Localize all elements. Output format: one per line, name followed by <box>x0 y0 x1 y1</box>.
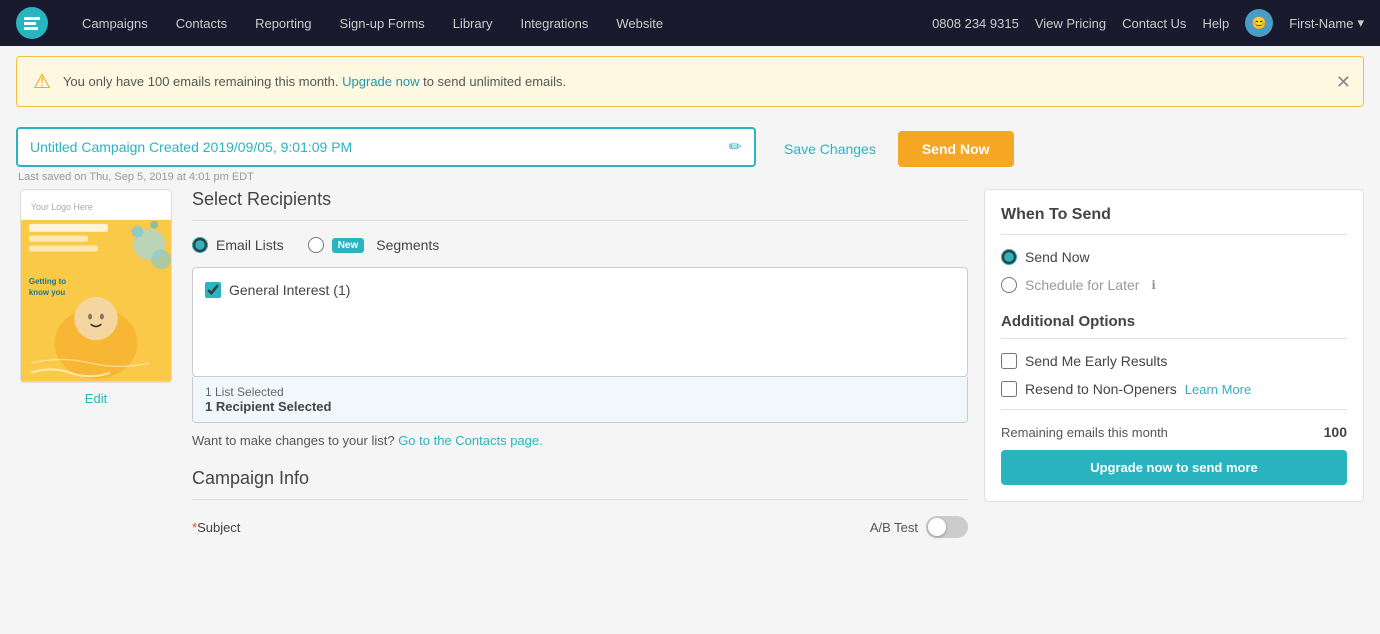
nav-links: Campaigns Contacts Reporting Sign-up For… <box>68 0 932 46</box>
toggle-knob <box>928 518 946 536</box>
header-actions: Save Changes Send Now <box>772 131 1014 167</box>
nav-website[interactable]: Website <box>602 0 677 46</box>
campaign-preview-thumbnail: Your Logo Here <box>20 189 172 383</box>
campaign-info-section: Campaign Info *Subject A/B Test <box>192 468 968 538</box>
ab-test-row: A/B Test <box>870 516 968 538</box>
recipients-radio-group: Email Lists New Segments <box>192 237 968 253</box>
segments-radio[interactable] <box>308 237 324 253</box>
main-content: Your Logo Here <box>0 189 1380 554</box>
save-changes-button[interactable]: Save Changes <box>772 133 888 165</box>
logo[interactable] <box>16 7 48 39</box>
email-lists-label: Email Lists <box>216 237 284 253</box>
send-now-label: Send Now <box>1025 249 1090 265</box>
send-early-results-checkbox[interactable] <box>1001 353 1017 369</box>
remaining-label: Remaining emails this month <box>1001 425 1168 440</box>
right-panel: When To Send Send Now Schedule for Later… <box>984 189 1364 502</box>
campaign-title-text: Untitled Campaign Created 2019/09/05, 9:… <box>30 139 721 155</box>
resend-non-openers-row: Resend to Non-Openers Learn More <box>1001 381 1347 397</box>
general-interest-checkbox[interactable] <box>205 282 221 298</box>
warning-icon: ⚠ <box>33 69 51 94</box>
alert-banner: ⚠ You only have 100 emails remaining thi… <box>16 56 1364 107</box>
selected-recipients: 1 Recipient Selected <box>205 399 955 414</box>
schedule-later-option[interactable]: Schedule for Later ℹ <box>1001 277 1347 293</box>
selected-summary: 1 List Selected 1 Recipient Selected <box>192 377 968 423</box>
nav-view-pricing[interactable]: View Pricing <box>1035 16 1106 31</box>
nav-contact-us[interactable]: Contact Us <box>1122 16 1186 31</box>
ab-test-toggle[interactable] <box>926 516 968 538</box>
svg-text:Your Logo Here: Your Logo Here <box>31 202 93 212</box>
send-now-radio[interactable] <box>1001 249 1017 265</box>
alert-text: You only have 100 emails remaining this … <box>63 74 1347 89</box>
when-radio-group: Send Now Schedule for Later ℹ <box>1001 249 1347 293</box>
schedule-later-label: Schedule for Later <box>1025 277 1139 293</box>
header-bar: Untitled Campaign Created 2019/09/05, 9:… <box>0 117 1380 189</box>
edit-icon[interactable]: ✏ <box>729 137 742 157</box>
nav-reporting[interactable]: Reporting <box>241 0 325 46</box>
nav-contacts[interactable]: Contacts <box>162 0 241 46</box>
email-list-box: General Interest (1) <box>192 267 968 377</box>
chevron-down-icon: ▾ <box>1357 15 1364 31</box>
send-early-label: Send Me Early Results <box>1025 353 1167 369</box>
nav-integrations[interactable]: Integrations <box>506 0 602 46</box>
additional-options-title: Additional Options <box>1001 313 1347 339</box>
schedule-later-radio[interactable] <box>1001 277 1017 293</box>
remaining-count: 100 <box>1324 424 1347 440</box>
nav-signup-forms[interactable]: Sign-up Forms <box>325 0 438 46</box>
send-early-results-row: Send Me Early Results <box>1001 353 1347 369</box>
segments-option[interactable]: New Segments <box>308 237 440 253</box>
new-badge: New <box>332 238 365 253</box>
general-interest-label: General Interest (1) <box>229 282 350 298</box>
nav-library[interactable]: Library <box>439 0 507 46</box>
send-now-option[interactable]: Send Now <box>1001 249 1347 265</box>
top-nav: Campaigns Contacts Reporting Sign-up For… <box>0 0 1380 46</box>
user-avatar: 😊 <box>1245 9 1273 37</box>
selected-count: 1 List Selected <box>205 385 955 399</box>
left-preview: Your Logo Here <box>16 189 176 406</box>
upgrade-link[interactable]: Upgrade now <box>342 74 419 89</box>
upgrade-send-more-button[interactable]: Upgrade now to send more <box>1001 450 1347 485</box>
resend-label: Resend to Non-Openers <box>1025 381 1177 397</box>
when-to-send-title: When To Send <box>1001 206 1347 235</box>
resend-non-openers-checkbox[interactable] <box>1001 381 1017 397</box>
nav-phone[interactable]: 0808 234 9315 <box>932 16 1019 31</box>
send-now-button[interactable]: Send Now <box>898 131 1014 167</box>
svg-text:Getting to: Getting to <box>29 277 66 286</box>
ab-test-label: A/B Test <box>870 520 918 535</box>
contacts-link-text: Want to make changes to your list? Go to… <box>192 433 968 448</box>
nav-right: 0808 234 9315 View Pricing Contact Us He… <box>932 9 1364 37</box>
last-saved-text: Last saved on Thu, Sep 5, 2019 at 4:01 p… <box>16 171 756 183</box>
contacts-page-link[interactable]: Go to the Contacts page. <box>398 433 543 448</box>
remaining-row: Remaining emails this month 100 <box>1001 409 1347 440</box>
alert-close-button[interactable]: ✕ <box>1336 73 1351 91</box>
user-menu[interactable]: First-Name ▾ <box>1289 15 1364 31</box>
email-lists-radio[interactable] <box>192 237 208 253</box>
select-recipients-title: Select Recipients <box>192 189 968 221</box>
campaign-title-box: Untitled Campaign Created 2019/09/05, 9:… <box>16 127 756 183</box>
campaign-title-input[interactable]: Untitled Campaign Created 2019/09/05, 9:… <box>16 127 756 167</box>
subject-label: *Subject <box>192 520 240 535</box>
nav-campaigns[interactable]: Campaigns <box>68 0 162 46</box>
segments-label: Segments <box>376 237 439 253</box>
center-content: Select Recipients Email Lists New Segmen… <box>176 189 984 538</box>
nav-help[interactable]: Help <box>1202 16 1229 31</box>
learn-more-link[interactable]: Learn More <box>1185 382 1251 397</box>
email-lists-option[interactable]: Email Lists <box>192 237 284 253</box>
svg-text:know you: know you <box>29 288 66 297</box>
campaign-info-title: Campaign Info <box>192 468 968 500</box>
select-recipients-section: Select Recipients Email Lists New Segmen… <box>192 189 968 448</box>
subject-row: *Subject A/B Test <box>192 516 968 538</box>
edit-link[interactable]: Edit <box>85 391 107 406</box>
list-item: General Interest (1) <box>203 278 957 302</box>
info-icon: ℹ <box>1151 278 1156 292</box>
